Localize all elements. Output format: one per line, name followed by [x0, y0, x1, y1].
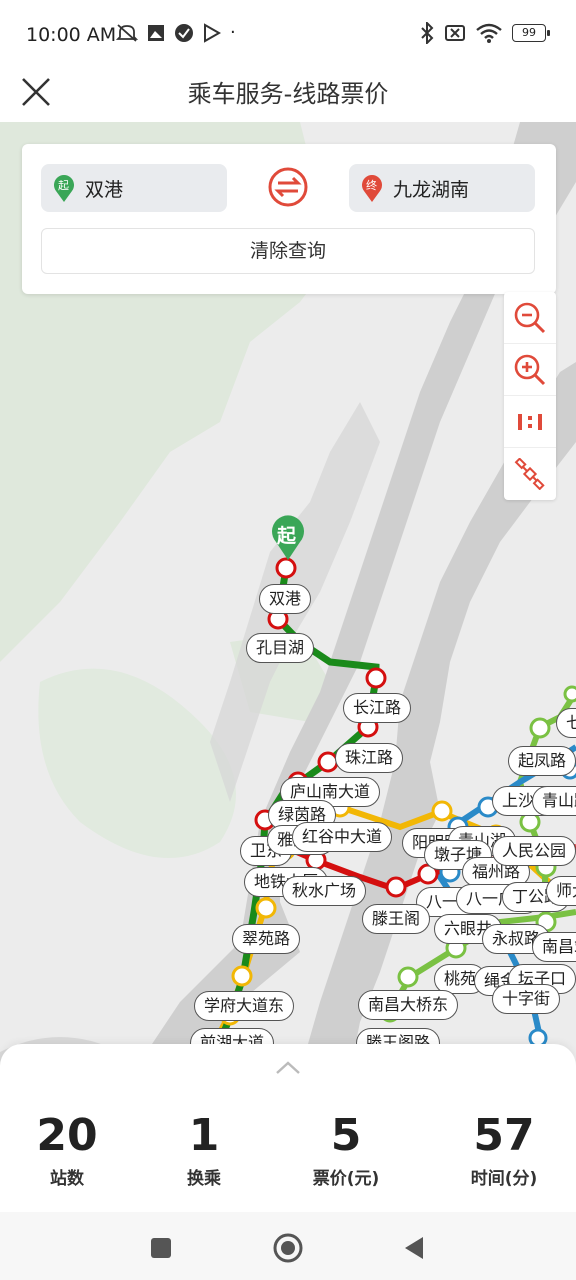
station-label[interactable]: 十字街 — [492, 984, 561, 1014]
bluetooth-icon — [421, 22, 434, 44]
station-label[interactable]: 南昌站 — [532, 932, 576, 962]
wifi-icon — [476, 23, 502, 43]
status-bar: 10:00 AM · 99 — [0, 0, 576, 64]
stat-transfers-label: 换乘 — [187, 1169, 221, 1189]
status-time: 10:00 AM — [26, 24, 117, 46]
station-label[interactable]: 师大 — [546, 876, 576, 906]
end-pin-badge: 终 — [366, 179, 377, 192]
home-button[interactable] — [270, 1230, 306, 1266]
home-circle-icon — [273, 1233, 303, 1263]
scale-icon — [518, 413, 542, 430]
station-label[interactable]: 青山路 — [532, 786, 576, 816]
page-title: 乘车服务-线路票价 — [187, 80, 389, 108]
stat-time: 57 时间(分) — [439, 1110, 569, 1189]
stat-fare-label: 票价(元) — [312, 1169, 380, 1189]
square-icon — [151, 1238, 171, 1258]
swap-icon — [268, 167, 308, 207]
stat-fare: 5 票价(元) — [281, 1110, 411, 1189]
route-summary-panel: 20 站数 1 换乘 5 票价(元) 57 时间(分) — [0, 1044, 576, 1212]
station-label[interactable]: 人民公园 — [492, 836, 576, 866]
route-query-card: 起 双港 终 九龙湖南 清除查询 — [22, 144, 556, 294]
status-notification-icons: · — [116, 22, 236, 43]
stat-stations-label: 站数 — [50, 1169, 84, 1189]
system-nav-bar — [0, 1212, 576, 1280]
stat-time-label: 时间(分) — [470, 1169, 538, 1189]
back-triangle-icon — [405, 1237, 423, 1259]
app-header: 乘车服务-线路票价 — [0, 64, 576, 122]
end-station-field[interactable]: 终 九龙湖南 — [349, 164, 535, 212]
swap-stations-button[interactable] — [267, 166, 309, 208]
start-marker-label: 起 — [277, 525, 297, 547]
zoom-out-button[interactable] — [504, 292, 556, 344]
stat-transfers-value: 1 — [188, 1110, 220, 1161]
station-label[interactable]: 双港 — [259, 584, 312, 614]
satellite-view-button[interactable] — [504, 448, 556, 500]
start-pin-badge: 起 — [58, 179, 69, 192]
station-label[interactable]: 学府大道东 — [194, 991, 295, 1021]
end-pin-icon: 终 — [361, 174, 383, 202]
play-store-icon — [204, 22, 222, 43]
station-label[interactable]: 红谷中大道 — [292, 822, 393, 852]
stat-transfers: 1 换乘 — [139, 1110, 269, 1189]
station-label[interactable]: 珠江路 — [335, 743, 404, 773]
satellite-icon — [514, 458, 545, 490]
station-label[interactable]: 长江路 — [343, 693, 412, 723]
start-station-field[interactable]: 起 双港 — [41, 164, 227, 212]
station-label[interactable]: 翠苑路 — [232, 924, 301, 954]
zoom-in-button[interactable] — [504, 344, 556, 396]
more-dot-icon: · — [230, 22, 236, 43]
stat-stations: 20 站数 — [2, 1110, 132, 1189]
map-tools — [504, 292, 556, 500]
zoom-out-icon — [514, 302, 546, 333]
station-label[interactable]: 南昌大桥东 — [358, 990, 459, 1020]
start-station-value: 双港 — [85, 178, 124, 201]
check-circle-icon — [175, 23, 193, 42]
station-label[interactable]: 滕王阁 — [362, 904, 431, 934]
clear-query-button[interactable]: 清除查询 — [41, 228, 535, 274]
back-button[interactable] — [396, 1230, 432, 1266]
station-label[interactable]: 起凤路 — [508, 746, 576, 776]
recents-button[interactable] — [143, 1230, 179, 1266]
mute-icon — [116, 23, 138, 42]
start-pin-icon: 起 — [53, 174, 75, 202]
scale-reset-button[interactable] — [504, 396, 556, 448]
stat-fare-value: 5 — [330, 1110, 362, 1161]
chevron-up-icon[interactable] — [274, 1060, 302, 1076]
photo-icon — [148, 24, 164, 41]
battery-indicator: 99 — [512, 24, 550, 42]
station-label[interactable]: 秋水广场 — [282, 876, 367, 906]
zoom-in-icon — [514, 354, 546, 385]
status-system-icons: 99 — [420, 22, 550, 44]
station-label[interactable]: 孔目湖 — [246, 633, 315, 663]
stat-stations-value: 20 — [36, 1110, 98, 1161]
sim-off-icon — [445, 25, 465, 41]
stat-time-value: 57 — [473, 1110, 535, 1161]
end-station-value: 九龙湖南 — [393, 178, 470, 201]
